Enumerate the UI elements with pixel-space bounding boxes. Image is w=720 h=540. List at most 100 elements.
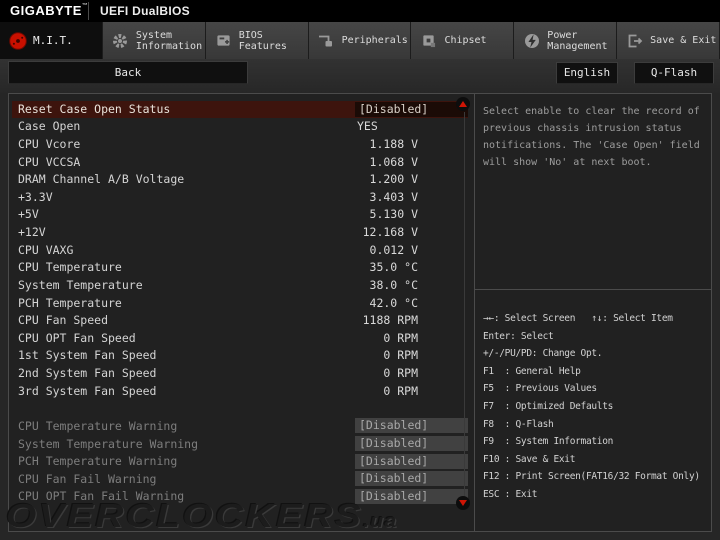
setting-row-5v[interactable]: +5V 5.130 V (12, 206, 468, 224)
setting-row-3rd-system-fan-speed[interactable]: 3rd System Fan Speed 0 RPM (12, 382, 468, 400)
main-tab-bar: M.I.T. System Information BIOS Features Perip… (0, 22, 720, 59)
tab-bios-features[interactable]: BIOS Features (205, 22, 309, 59)
setting-row-cpu-opt-fan-fail-warning[interactable]: CPU OPT Fan Fail Warning [Disabled] (12, 488, 468, 506)
legend-line: F1 : General Help (483, 365, 581, 377)
tab-label: BIOS Features (238, 29, 287, 52)
setting-row-pch-temperature[interactable]: PCH Temperature 42.0 °C (12, 294, 468, 312)
setting-row-12v[interactable]: +12V 12.168 V (12, 223, 468, 241)
setting-row-cpu-vccsa[interactable]: CPU VCCSA 1.068 V (12, 153, 468, 171)
setting-row-3-3v[interactable]: +3.3V 3.403 V (12, 188, 468, 206)
setting-value: 0.012 V (369, 242, 418, 257)
setting-row-cpu-temperature-warning[interactable]: CPU Temperature Warning [Disabled] (12, 417, 468, 435)
setting-label: CPU VAXG (18, 242, 74, 257)
bios-features-icon (214, 32, 233, 50)
legend-line: F12 : Print Screen(FAT16/32 Format Only) (483, 471, 700, 483)
tab-chipset[interactable]: Chipset (411, 22, 515, 59)
setting-value: 3.403 V (369, 189, 418, 204)
setting-row-cpu-opt-fan-speed[interactable]: CPU OPT Fan Speed 0 RPM (12, 329, 468, 347)
scroll-up-button[interactable] (456, 97, 470, 111)
setting-row-1st-system-fan-speed[interactable]: 1st System Fan Speed 0 RPM (12, 347, 468, 365)
setting-row-cpu-vaxg[interactable]: CPU VAXG 0.012 V (12, 241, 468, 259)
tab-power-management[interactable]: Power Management (514, 22, 618, 59)
setting-row-dram-channel-a-b-voltage[interactable]: DRAM Channel A/B Voltage 1.200 V (12, 170, 468, 188)
setting-row-2nd-system-fan-speed[interactable]: 2nd System Fan Speed 0 RPM (12, 364, 468, 382)
setting-value: 1.068 V (369, 154, 418, 169)
setting-value: YES (357, 119, 378, 134)
tab-label: Power Management (547, 29, 608, 52)
scroll-up-icon (459, 101, 467, 107)
setting-label: PCH Temperature (18, 295, 122, 310)
power-icon (522, 32, 541, 50)
tab-label: Save & Exit (650, 35, 717, 46)
setting-row-cpu-temperature[interactable]: CPU Temperature 35.0 °C (12, 259, 468, 277)
setting-row-case-open[interactable]: Case Open YES (12, 118, 468, 136)
setting-label: CPU Temperature (18, 260, 122, 275)
setting-label: System Temperature (18, 277, 143, 292)
setting-label: Reset Case Open Status (18, 102, 171, 117)
settings-list: Reset Case Open Status [Disabled] Case Ope… (12, 101, 468, 505)
peripherals-icon (317, 32, 336, 50)
setting-value: [Disabled] (355, 101, 468, 117)
setting-row-system-temperature[interactable]: System Temperature 38.0 °C (12, 276, 468, 294)
scroll-down-button[interactable] (456, 496, 470, 510)
gear-icon (111, 32, 130, 50)
setting-value: 1188 RPM (362, 313, 418, 328)
title-bar: GIGABYTE™ UEFI DualBIOS (0, 0, 720, 22)
setting-label: CPU VCCSA (18, 154, 81, 169)
tab-m-i-t[interactable]: M.I.T. (0, 22, 103, 59)
setting-label: CPU Vcore (18, 136, 81, 151)
setting-value: 5.130 V (369, 207, 418, 222)
legend-line: F7 : Optimized Defaults (483, 400, 614, 412)
legend-line: +/-/PU/PD: Change Opt. (483, 348, 603, 360)
mit-dial-icon (8, 31, 27, 50)
setting-row-cpu-fan-fail-warning[interactable]: CPU Fan Fail Warning [Disabled] (12, 470, 468, 488)
setting-value: [Disabled] (355, 453, 468, 469)
tab-system-information[interactable]: System Information (102, 22, 206, 59)
scroll-down-icon (459, 500, 467, 506)
firmware-title: UEFI DualBIOS (100, 4, 190, 18)
legend-line: F10 : Save & Exit (483, 453, 576, 465)
setting-value: 1.188 V (369, 136, 418, 151)
help-text: Select enable to clear the record of pre… (483, 106, 700, 168)
setting-label: CPU Fan Fail Warning (18, 471, 157, 486)
tab-save-exit[interactable]: Save & Exit (617, 22, 720, 59)
legend-line: →←: Select Screen ↑↓: Select Item (483, 313, 673, 324)
setting-label: +3.3V (18, 189, 53, 204)
setting-label: CPU Temperature Warning (18, 418, 178, 433)
legend-line: F5 : Previous Values (483, 383, 597, 395)
qflash-button[interactable]: Q-Flash (634, 62, 714, 84)
setting-value: 12.168 V (362, 225, 418, 240)
setting-row-pch-temperature-warning[interactable]: PCH Temperature Warning [Disabled] (12, 452, 468, 470)
setting-row-cpu-fan-speed[interactable]: CPU Fan Speed 1188 RPM (12, 311, 468, 329)
tab-peripherals[interactable]: Peripherals (308, 22, 412, 59)
content-frame: Reset Case Open Status [Disabled] Case Ope… (8, 93, 712, 532)
setting-value: 0 RPM (383, 348, 418, 363)
legend-line: F9 : System Information (483, 436, 614, 448)
tab-label: System Information (135, 29, 203, 52)
setting-label: CPU Fan Speed (18, 313, 109, 328)
tab-label: Chipset (444, 35, 487, 46)
setting-label: System Temperature Warning (18, 436, 199, 451)
setting-label: PCH Temperature Warning (18, 454, 178, 469)
chipset-icon (419, 32, 438, 50)
key-legend: →←: Select Screen ↑↓: Select Item Enter: … (483, 310, 700, 504)
setting-label: 3rd System Fan Speed (18, 383, 157, 398)
setting-value: [Disabled] (355, 471, 468, 487)
legend-line: F8 : Q-Flash (483, 418, 554, 430)
language-button[interactable]: English (556, 62, 618, 84)
setting-value: 0 RPM (383, 366, 418, 381)
setting-value: [Disabled] (355, 436, 468, 452)
legend-divider (475, 289, 711, 290)
back-button[interactable]: Back (8, 61, 248, 84)
setting-row-reset-case-open-status[interactable]: Reset Case Open Status [Disabled] (12, 101, 468, 118)
save-exit-icon (625, 32, 644, 50)
setting-row-system-temperature-warning[interactable]: System Temperature Warning [Disabled] (12, 435, 468, 453)
help-pane: Select enable to clear the record of pre… (475, 94, 711, 531)
setting-value: 35.0 °C (369, 260, 418, 275)
gigabyte-logo: GIGABYTE™ (10, 3, 89, 18)
scrollbar-track[interactable] (464, 112, 465, 500)
setting-value: 0 RPM (383, 383, 418, 398)
setting-row-cpu-vcore[interactable]: CPU Vcore 1.188 V (12, 135, 468, 153)
setting-value: [Disabled] (355, 488, 468, 504)
